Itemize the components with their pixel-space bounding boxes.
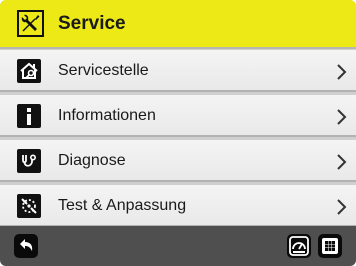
service-house-icon [17, 59, 41, 83]
footer-bar [0, 226, 356, 266]
service-screen: Service Servicestelle Informationen Diag… [0, 0, 356, 266]
header-bar: Service [0, 0, 356, 49]
tools-icon [17, 10, 44, 37]
chevron-right-icon [337, 199, 347, 215]
menu-item-informationen[interactable]: Informationen [0, 94, 356, 137]
main-menu-button[interactable] [318, 234, 342, 258]
service-menu: Servicestelle Informationen Diagnose Tes… [0, 49, 356, 229]
menu-item-diagnose[interactable]: Diagnose [0, 139, 356, 182]
calibration-icon [17, 194, 41, 218]
chevron-right-icon [337, 109, 347, 125]
menu-item-servicestelle[interactable]: Servicestelle [0, 49, 356, 92]
menu-item-test-anpassung[interactable]: Test & Anpassung [0, 184, 356, 227]
chevron-right-icon [337, 64, 347, 80]
menu-item-label: Test & Anpassung [58, 197, 187, 214]
gauge-icon [289, 236, 309, 256]
grid-menu-icon [322, 238, 338, 254]
dashboard-button[interactable] [287, 234, 311, 258]
menu-item-label: Diagnose [58, 152, 126, 169]
back-arrow-icon [20, 239, 33, 251]
back-button[interactable] [14, 234, 38, 258]
page-title: Service [58, 13, 126, 34]
stethoscope-icon [17, 149, 41, 173]
menu-item-label: Servicestelle [58, 62, 149, 79]
chevron-right-icon [337, 154, 347, 170]
info-icon [17, 104, 41, 128]
menu-item-label: Informationen [58, 107, 156, 124]
